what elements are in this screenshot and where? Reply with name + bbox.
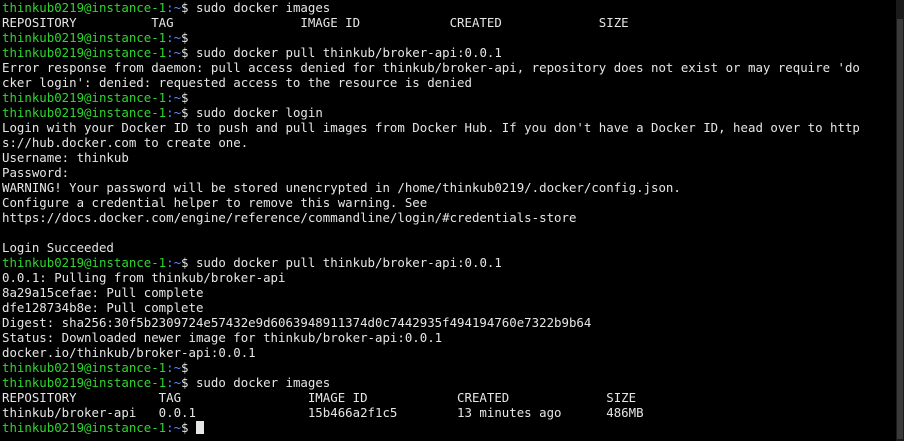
prompt-path: :~ — [166, 0, 182, 15]
prompt-line: thinkub0219@instance-1:~$ sudo docker im… — [2, 375, 896, 390]
output-line: Error response from daemon: pull access … — [2, 60, 860, 75]
terminal-scrollbar[interactable] — [896, 0, 904, 441]
output-line: Login with your Docker ID to push and pu… — [2, 120, 860, 135]
prompt-user-host: thinkub0219@instance-1 — [2, 90, 167, 105]
prompt-path: :~ — [166, 105, 182, 120]
output-line: 0.0.1: Pulling from thinkub/broker-api — [2, 270, 286, 285]
prompt-line: thinkub0219@instance-1:~$ — [2, 360, 896, 375]
prompt-symbol: $ — [181, 90, 189, 105]
prompt-path: :~ — [166, 255, 182, 270]
prompt-symbol: $ — [181, 360, 189, 375]
output-line: Configure a credential helper to remove … — [2, 195, 428, 210]
prompt-line: thinkub0219@instance-1:~$ sudo docker lo… — [2, 105, 896, 120]
prompt-path: :~ — [166, 420, 182, 435]
prompt-symbol: $ — [181, 420, 189, 435]
prompt-line: thinkub0219@instance-1:~$ — [2, 90, 896, 105]
output-line: WARNING! Your password will be stored un… — [2, 180, 681, 195]
output-line: 8a29a15cefae: Pull complete — [2, 285, 204, 300]
prompt-user-host: thinkub0219@instance-1 — [2, 0, 167, 15]
scrollbar-thumb[interactable] — [897, 19, 903, 439]
prompt-symbol: $ — [181, 30, 189, 45]
prompt-line: thinkub0219@instance-1:~$ — [2, 420, 896, 435]
output-line: Password: — [2, 165, 70, 180]
output-line: Username: thinkub — [2, 150, 129, 165]
prompt-user-host: thinkub0219@instance-1 — [2, 375, 167, 390]
command-text: sudo docker login — [188, 105, 323, 120]
prompt-path: :~ — [166, 360, 182, 375]
output-line: docker.io/thinkub/broker-api:0.0.1 — [2, 345, 256, 360]
prompt-symbol: $ — [181, 255, 189, 270]
prompt-symbol: $ — [181, 105, 189, 120]
output-line: REPOSITORY TAG IMAGE ID CREATED SIZE — [2, 390, 637, 405]
prompt-symbol: $ — [181, 0, 189, 15]
prompt-symbol: $ — [181, 375, 189, 390]
prompt-user-host: thinkub0219@instance-1 — [2, 30, 167, 45]
output-line: Login Succeeded — [2, 240, 114, 255]
prompt-user-host: thinkub0219@instance-1 — [2, 255, 167, 270]
output-line: thinkub/broker-api 0.0.1 15b466a2f1c5 13… — [2, 405, 644, 420]
output-line: Status: Downloaded newer image for think… — [2, 330, 443, 345]
prompt-line: thinkub0219@instance-1:~$ sudo docker im… — [2, 0, 896, 15]
prompt-line: thinkub0219@instance-1:~$ sudo docker pu… — [2, 45, 896, 60]
command-text: sudo docker pull thinkub/broker-api:0.0.… — [188, 45, 502, 60]
terminal-window[interactable]: thinkub0219@instance-1:~$ sudo docker im… — [0, 0, 896, 441]
prompt-user-host: thinkub0219@instance-1 — [2, 105, 167, 120]
prompt-line: thinkub0219@instance-1:~$ sudo docker pu… — [2, 255, 896, 270]
output-line: cker login': denied: requested access to… — [2, 75, 472, 90]
command-text — [189, 420, 196, 435]
prompt-path: :~ — [166, 375, 182, 390]
output-line: dfe128734b8e: Pull complete — [2, 300, 204, 315]
prompt-user-host: thinkub0219@instance-1 — [2, 420, 167, 435]
output-line: s://hub.docker.com to create one. — [2, 135, 249, 150]
output-line: https://docs.docker.com/engine/reference… — [2, 210, 577, 225]
prompt-path: :~ — [166, 30, 182, 45]
command-text: sudo docker images — [188, 0, 331, 15]
prompt-symbol: $ — [181, 45, 189, 60]
command-text: sudo docker images — [188, 375, 331, 390]
output-line: Digest: sha256:30f5b2309724e57432e9d6063… — [2, 315, 592, 330]
prompt-user-host: thinkub0219@instance-1 — [2, 45, 167, 60]
prompt-path: :~ — [166, 90, 182, 105]
prompt-user-host: thinkub0219@instance-1 — [2, 360, 167, 375]
text-cursor[interactable] — [195, 421, 204, 434]
prompt-path: :~ — [166, 45, 182, 60]
command-text: sudo docker pull thinkub/broker-api:0.0.… — [188, 255, 502, 270]
prompt-line: thinkub0219@instance-1:~$ — [2, 30, 896, 45]
output-line: REPOSITORY TAG IMAGE ID CREATED SIZE — [2, 15, 629, 30]
